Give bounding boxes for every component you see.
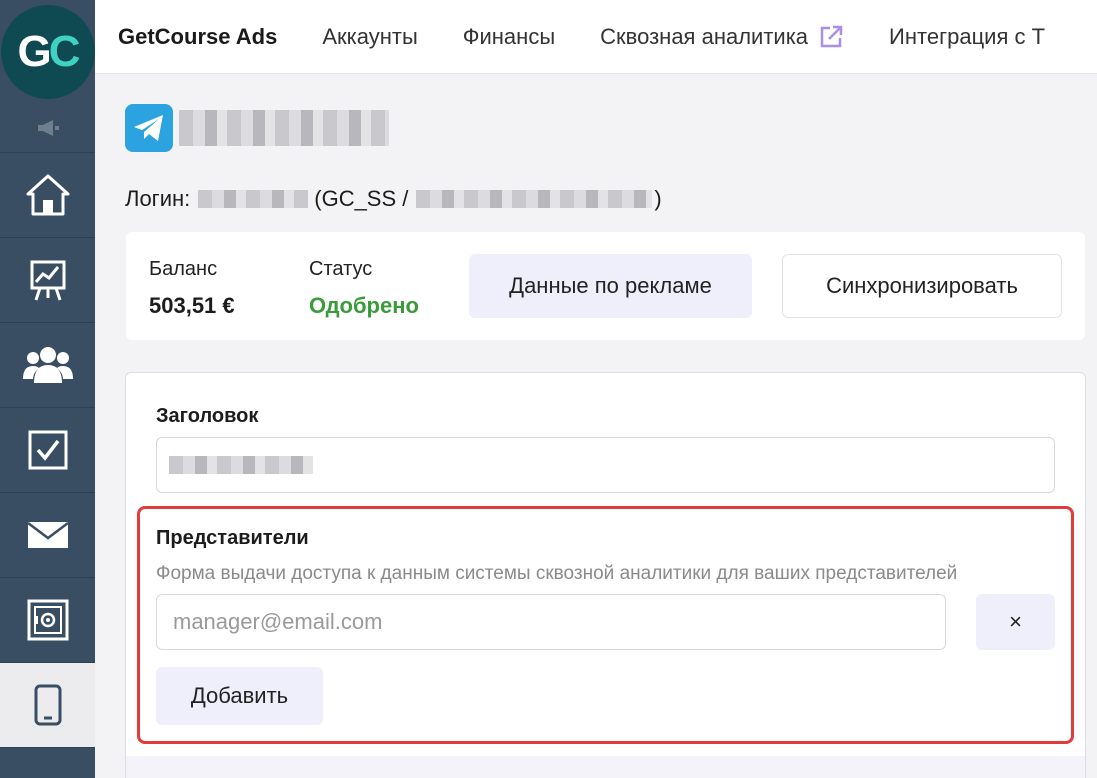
sidebar-item-mobile[interactable] [0, 663, 95, 748]
account-name-redacted [179, 110, 389, 146]
sidebar-item-analytics[interactable] [0, 238, 95, 323]
megaphone-icon [37, 119, 59, 136]
getcourse-logo[interactable]: GC [0, 4, 95, 99]
sidebar-item-users[interactable] [0, 323, 95, 408]
remove-representative-button[interactable]: × [976, 594, 1055, 650]
representative-email-input[interactable]: manager@email.com [156, 594, 946, 650]
login-line: Логин: (GC_SS / ) [125, 186, 662, 212]
balance-value: 503,51 € [149, 293, 235, 318]
logo-area: GC [0, 0, 95, 103]
mail-icon [26, 522, 69, 548]
title-value-redacted [169, 456, 313, 474]
status-badge: Одобрено [309, 293, 419, 318]
chart-board-icon [30, 260, 65, 301]
representatives-description: Форма выдачи доступа к данным системы ск… [156, 563, 958, 584]
checkbox-icon [28, 430, 67, 470]
representatives-label: Представители [156, 527, 309, 549]
safe-icon [27, 599, 68, 641]
nav-accounts[interactable]: Аккаунты [322, 24, 417, 50]
login-value-redacted [198, 190, 309, 208]
nav-integration[interactable]: Интеграция с Т [889, 24, 1045, 50]
status-stat: Статус Одобрено [309, 258, 419, 319]
mobile-phone-icon [34, 684, 61, 726]
home-icon [26, 174, 69, 216]
login-mid-text: (GC_SS / [314, 186, 409, 211]
telegram-icon [125, 104, 173, 152]
main-content: Логин: (GC_SS / ) Баланс 503,51 € Статус… [95, 74, 1097, 778]
ads-data-button[interactable]: Данные по рекламе [469, 254, 752, 318]
sidebar-item-safe[interactable] [0, 578, 95, 663]
sidebar-item-tasks[interactable] [0, 408, 95, 493]
sidebar-item-announcements[interactable] [0, 103, 95, 153]
account-summary-card: Баланс 503,51 € Статус Одобрено Данные п… [126, 232, 1085, 340]
brand-title[interactable]: GetCourse Ads [118, 24, 277, 50]
top-navigation: GetCourse Ads Аккаунты Финансы Сквозная … [95, 0, 1097, 74]
nav-finance[interactable]: Финансы [463, 24, 555, 50]
panel-bottom-strip [125, 756, 1086, 778]
email-placeholder: manager@email.com [173, 609, 383, 634]
sidebar: GC [0, 0, 95, 778]
balance-stat: Баланс 503,51 € [149, 258, 235, 319]
sidebar-item-mail[interactable] [0, 493, 95, 578]
sync-button[interactable]: Синхронизировать [782, 254, 1062, 318]
title-field-label: Заголовок [156, 405, 259, 427]
sidebar-item-home[interactable] [0, 153, 95, 238]
balance-label: Баланс [149, 258, 218, 280]
login-label: Логин: [125, 186, 191, 211]
users-icon [22, 347, 73, 383]
login-suffix-text: ) [654, 186, 662, 211]
nav-end-to-end-analytics[interactable]: Сквозная аналитика [600, 24, 844, 50]
status-label: Статус [309, 258, 373, 280]
add-representative-button[interactable]: Добавить [156, 667, 323, 725]
title-input[interactable] [156, 437, 1055, 493]
account-header [125, 104, 389, 152]
login-secondary-redacted [416, 190, 653, 208]
external-link-icon [818, 24, 844, 50]
